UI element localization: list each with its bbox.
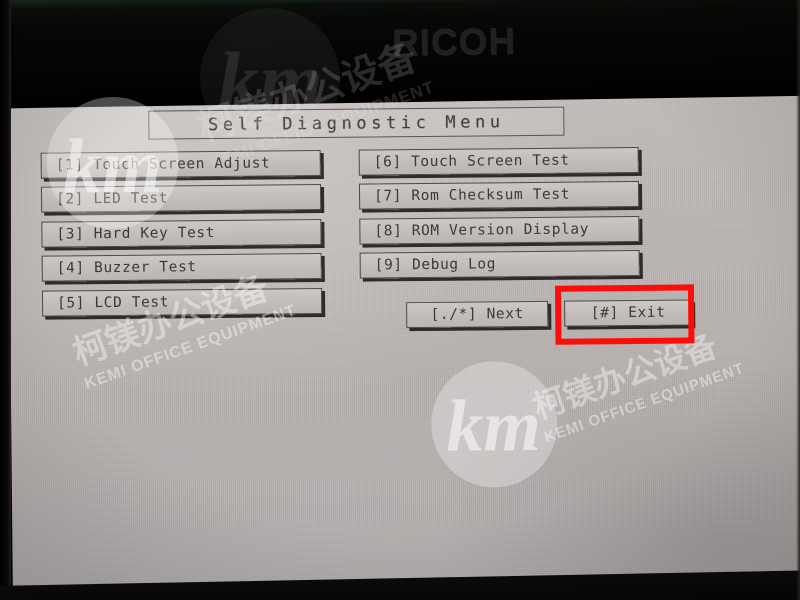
menu-button-led-test[interactable]: [2] LED Test xyxy=(40,184,322,213)
page-title: Self Diagnostic Menu xyxy=(207,111,505,135)
menu-button-label: [2] LED Test xyxy=(56,190,169,208)
menu-button-label: [9] Debug Log xyxy=(374,256,497,274)
menu-button-label: [3] Hard Key Test xyxy=(56,225,216,243)
menu-button-label: [5] LCD Test xyxy=(57,294,170,312)
menu-button-lcd-test[interactable]: [5] LCD Test xyxy=(41,287,323,317)
watermark-km-logo-circle-lower: km xyxy=(430,360,558,488)
self-diagnostic-menu-screen: km 柯镁办公设备 KEMI OFFICE EQUIPMENT km 柯镁办公设… xyxy=(8,78,800,586)
menu-button-label: [1] Touch Screen Adjust xyxy=(55,155,271,174)
menu-button-rom-checksum-test[interactable]: [7] Rom Checksum Test xyxy=(358,180,640,210)
menu-button-hard-key-test[interactable]: [3] Hard Key Test xyxy=(41,218,322,248)
menu-button-label: [4] Buzzer Test xyxy=(56,259,197,277)
page-title-box: Self Diagnostic Menu xyxy=(148,106,565,140)
next-button[interactable]: [./*] Next xyxy=(406,300,549,329)
annotation-highlight-exit xyxy=(554,284,695,345)
watermark-km-text-lower: km xyxy=(445,384,542,468)
next-button-label: [./*] Next xyxy=(430,306,524,323)
device-panel-photo: km 柯镁办公设备 KEMI OFFICE EQUIPMENT km 柯镁办公设… xyxy=(0,0,800,600)
menu-button-label: [8] ROM Version Display xyxy=(374,221,590,240)
menu-button-label: [6] Touch Screen Test xyxy=(373,152,570,171)
menu-button-touch-screen-adjust[interactable]: [1] Touch Screen Adjust xyxy=(40,150,321,179)
brand-logo-ricoh: RICOH xyxy=(391,20,517,63)
menu-button-touch-screen-test[interactable]: [6] Touch Screen Test xyxy=(358,146,639,176)
menu-button-buzzer-test[interactable]: [4] Buzzer Test xyxy=(41,252,322,282)
menu-button-label: [7] Rom Checksum Test xyxy=(374,186,571,205)
menu-button-rom-version-display[interactable]: [8] ROM Version Display xyxy=(359,215,640,245)
menu-button-debug-log[interactable]: [9] Debug Log xyxy=(359,249,640,279)
